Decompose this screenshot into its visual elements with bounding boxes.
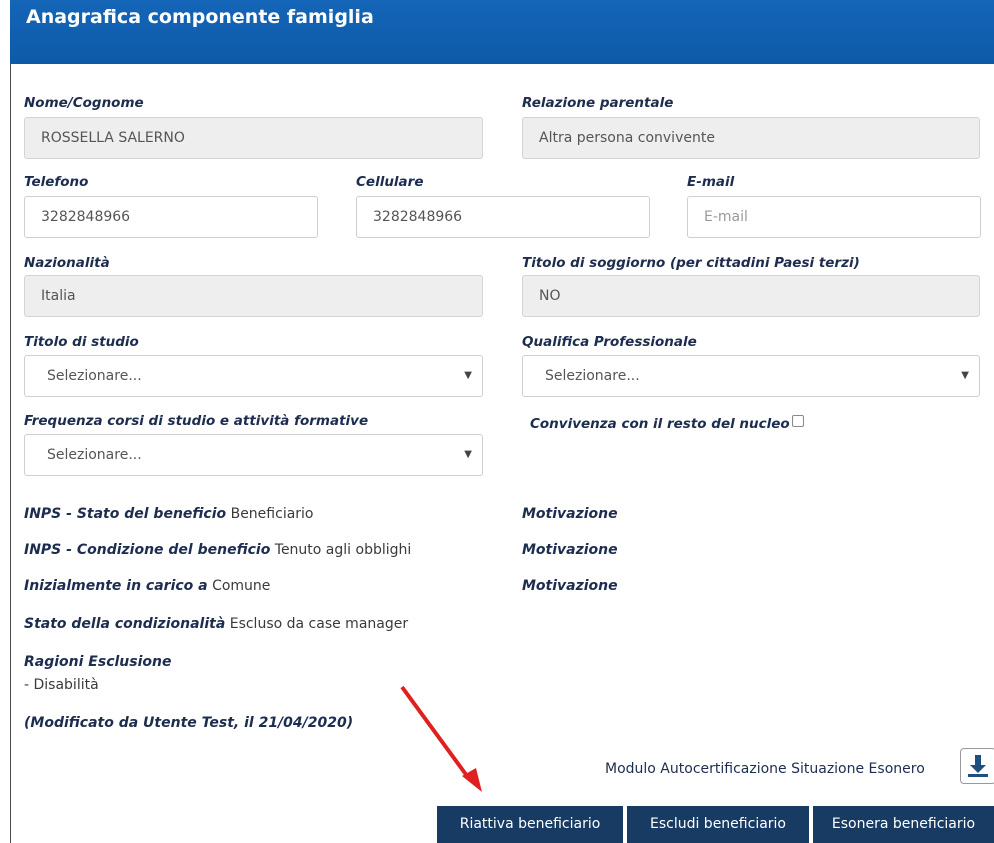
modulo-label: Modulo Autocertificazione Situazione Eso… <box>605 761 925 777</box>
frequenza-value: Selezionare... <box>47 447 142 463</box>
convivenza-checkbox[interactable] <box>791 415 804 427</box>
modificato-text: (Modificato da Utente Test, il 21/04/202… <box>24 715 354 731</box>
stato-beneficio-label: INPS - Stato del beneficio <box>24 506 227 522</box>
in-carico-label: Inizialmente in carico a <box>24 578 208 594</box>
ragioni-value-text: - Disabilità <box>24 677 99 693</box>
caret-down-icon: ▼ <box>961 370 969 381</box>
qualifica-label: Qualifica Professionale <box>522 334 697 350</box>
ragioni-label: Ragioni Esclusione <box>24 654 171 670</box>
convivenza-label: Convivenza con il resto del nucleo <box>530 415 804 432</box>
motivazione-label: Motivazione <box>522 542 618 558</box>
esonera-button[interactable]: Esonera beneficiario <box>813 806 994 843</box>
in-carico-value: Comune <box>212 578 271 594</box>
condizione-beneficio-value: Tenuto agli obblighi <box>274 542 412 558</box>
stato-beneficio-value: Beneficiario <box>230 506 314 522</box>
modificato-note: (Modificato da Utente Test, il 21/04/202… <box>24 715 353 731</box>
qualifica-select[interactable]: Selezionare... ▼ <box>522 355 980 397</box>
condizionalita-row: Stato della condizionalità Escluso da ca… <box>24 616 408 632</box>
condizione-beneficio-label: INPS - Condizione del beneficio <box>24 542 271 558</box>
nazionalita-field[interactable]: Italia <box>24 275 483 317</box>
qualifica-value: Selezionare... <box>545 368 640 384</box>
telefono-label: Telefono <box>24 174 89 190</box>
download-button[interactable] <box>960 748 994 784</box>
motivazione-2: Motivazione <box>522 542 618 558</box>
riattiva-button[interactable]: Riattiva beneficiario <box>437 806 623 843</box>
ragioni-label-text: Ragioni Esclusione <box>24 654 172 670</box>
motivazione-label: Motivazione <box>522 506 618 522</box>
condizionalita-value: Escluso da case manager <box>229 616 409 632</box>
page-title: Anagrafica componente famiglia <box>26 6 374 28</box>
ragioni-value: - Disabilità <box>24 677 99 693</box>
stato-beneficio-row: INPS - Stato del beneficio Beneficiario <box>24 506 314 522</box>
motivazione-3: Motivazione <box>522 578 618 594</box>
titolo-studio-select[interactable]: Selezionare... ▼ <box>24 355 483 397</box>
caret-down-icon: ▼ <box>464 449 472 460</box>
email-field[interactable]: E-mail <box>687 196 981 238</box>
nazionalita-label: Nazionalità <box>24 255 110 271</box>
in-carico-row: Inizialmente in carico a Comune <box>24 578 270 594</box>
titolo-soggiorno-field[interactable]: NO <box>522 275 980 317</box>
frequenza-label: Frequenza corsi di studio e attività for… <box>24 413 369 429</box>
nome-field[interactable]: ROSSELLA SALERNO <box>24 117 483 159</box>
condizione-beneficio-row: INPS - Condizione del beneficio Tenuto a… <box>24 542 411 558</box>
relazione-label: Relazione parentale <box>522 95 674 111</box>
cellulare-field[interactable]: 3282848966 <box>356 196 650 238</box>
titolo-studio-label: Titolo di studio <box>24 334 139 350</box>
caret-down-icon: ▼ <box>464 370 472 381</box>
email-label: E-mail <box>687 174 735 190</box>
nome-label: Nome/Cognome <box>24 95 144 111</box>
motivazione-label: Motivazione <box>522 578 618 594</box>
panel-header: Anagrafica componente famiglia <box>10 0 994 64</box>
titolo-soggiorno-label: Titolo di soggiorno (per cittadini Paesi… <box>522 255 860 271</box>
relazione-field[interactable]: Altra persona convivente <box>522 117 980 159</box>
cellulare-label: Cellulare <box>356 174 424 190</box>
telefono-field[interactable]: 3282848966 <box>24 196 318 238</box>
escludi-button[interactable]: Escludi beneficiario <box>627 806 809 843</box>
download-icon <box>968 755 988 777</box>
titolo-studio-value: Selezionare... <box>47 368 142 384</box>
convivenza-text: Convivenza con il resto del nucleo <box>530 416 790 432</box>
motivazione-1: Motivazione <box>522 506 618 522</box>
frequenza-select[interactable]: Selezionare... ▼ <box>24 434 483 476</box>
condizionalita-label: Stato della condizionalità <box>24 616 226 632</box>
